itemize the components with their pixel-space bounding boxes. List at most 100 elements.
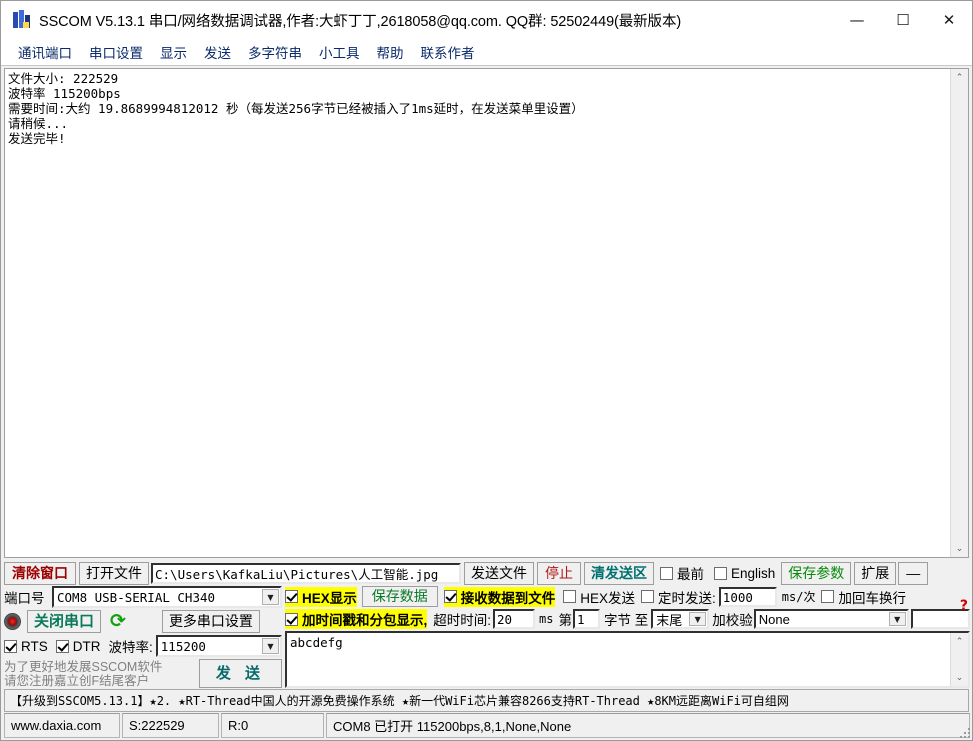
- byte-to-select[interactable]: 末尾 ▼: [651, 609, 710, 629]
- crlf-checkbox-box[interactable]: [821, 590, 835, 603]
- timestamp-label: 加时间戳和分包显示,: [302, 609, 428, 629]
- rts-label: RTS: [21, 638, 48, 654]
- timed-send-checkbox-box[interactable]: [641, 590, 655, 603]
- timed-send-unit: ms/次: [781, 590, 816, 604]
- receive-scrollbar[interactable]: ⌃ ⌄: [950, 69, 968, 557]
- english-label: English: [731, 565, 776, 581]
- chevron-down-icon[interactable]: ▼: [262, 589, 279, 605]
- checksum-select-value: None: [758, 611, 790, 627]
- status-website[interactable]: www.daxia.com: [4, 713, 120, 738]
- checksum-select[interactable]: None ▼: [753, 609, 909, 629]
- port-status-led: [4, 613, 21, 630]
- timeout-input[interactable]: 20: [493, 609, 536, 629]
- timed-send-input[interactable]: 1000: [718, 586, 777, 607]
- checksum-label: 加校验: [712, 613, 753, 628]
- topmost-label: 最前: [677, 567, 704, 582]
- topmost-checkbox[interactable]: 最前: [660, 563, 704, 583]
- menu-item-tools[interactable]: 小工具: [311, 40, 369, 64]
- recv-to-file-checkbox-box[interactable]: [443, 590, 457, 603]
- flow-control-row: RTS DTR 波特率: 115200 ▼: [4, 635, 282, 657]
- timestamp-checkbox[interactable]: 加时间戳和分包显示,: [285, 609, 428, 629]
- send-button[interactable]: 发 送: [198, 659, 282, 688]
- save-data-button[interactable]: 保存数据: [361, 586, 438, 607]
- resize-grip-icon[interactable]: [956, 724, 970, 738]
- hex-display-checkbox[interactable]: HEX显示: [285, 586, 357, 607]
- timestamp-checkbox-box[interactable]: [285, 612, 298, 626]
- send-scroll-up-icon[interactable]: ⌃: [951, 633, 968, 650]
- open-file-button[interactable]: 打开文件: [79, 561, 149, 585]
- settings-area: 端口号 COM8 USB-SERIAL CH340 ▼ 关闭串口 ⟳ 更多串口设…: [1, 586, 972, 688]
- baud-label: 波特率:: [108, 640, 153, 655]
- close-icon[interactable]: ✕: [926, 1, 972, 39]
- receive-area[interactable]: 文件大小: 222529 波特率 115200bps 需要时间:大约 19.86…: [4, 68, 969, 558]
- timed-send-checkbox[interactable]: 定时发送:: [641, 587, 716, 607]
- english-checkbox[interactable]: English: [714, 566, 775, 581]
- menu-item-comm-port[interactable]: 通讯端口: [10, 40, 81, 64]
- promo-line-2: 请您注册嘉立创F结尾客户: [4, 673, 150, 688]
- rts-checkbox[interactable]: RTS: [4, 639, 48, 654]
- status-bar: www.daxia.com S:222529 R:0 COM8 已打开 1152…: [1, 712, 972, 740]
- sscom-window: SSCOM V5.13.1 串口/网络数据调试器,作者:大虾丁丁,2618058…: [0, 0, 973, 741]
- crlf-checkbox[interactable]: 加回车换行: [821, 587, 906, 607]
- extend-button[interactable]: 扩展: [854, 561, 897, 585]
- port-settings-column: 端口号 COM8 USB-SERIAL CH340 ▼ 关闭串口 ⟳ 更多串口设…: [4, 586, 282, 688]
- port-select[interactable]: COM8 USB-SERIAL CH340 ▼: [52, 586, 282, 608]
- window-controls: — ☐ ✕: [834, 1, 972, 39]
- collapse-panel-button[interactable]: —: [898, 561, 929, 585]
- chevron-down-icon-checksum[interactable]: ▼: [888, 612, 906, 626]
- send-area[interactable]: abcdefg ⌃ ⌄: [285, 631, 970, 688]
- chevron-down-icon-baud[interactable]: ▼: [262, 638, 279, 654]
- menu-item-help[interactable]: 帮助: [369, 40, 413, 64]
- crlf-label: 加回车换行: [838, 590, 906, 606]
- menu-item-display[interactable]: 显示: [152, 40, 196, 64]
- send-scroll-down-icon[interactable]: ⌄: [951, 669, 968, 686]
- file-path-input[interactable]: C:\Users\KafkaLiu\Pictures\人工智能.jpg: [151, 562, 461, 584]
- refresh-icon[interactable]: ⟳: [110, 612, 126, 631]
- send-scrollbar[interactable]: ⌃ ⌄: [950, 633, 968, 686]
- timeout-unit: ms: [539, 612, 554, 626]
- dtr-label: DTR: [72, 638, 101, 654]
- send-text-content[interactable]: abcdefg: [287, 633, 950, 686]
- display-options-row-2: 加时间戳和分包显示, 超时时间: 20 ms 第 1 字节 至 末尾 ▼ 加校验…: [285, 598, 970, 629]
- close-port-button[interactable]: 关闭串口: [27, 610, 102, 633]
- title-bar: SSCOM V5.13.1 串口/网络数据调试器,作者:大虾丁丁,2618058…: [1, 1, 972, 39]
- port-row: 端口号 COM8 USB-SERIAL CH340 ▼: [4, 586, 282, 608]
- byte-from-input[interactable]: 1: [572, 609, 600, 629]
- scroll-down-icon[interactable]: ⌄: [951, 540, 968, 557]
- menu-item-multi-string[interactable]: 多字符串: [240, 40, 311, 64]
- baud-select[interactable]: 115200 ▼: [155, 635, 282, 657]
- dtr-checkbox[interactable]: DTR: [55, 638, 101, 654]
- hex-send-checkbox[interactable]: HEX发送: [563, 587, 635, 607]
- rts-checkbox-box[interactable]: [4, 639, 17, 653]
- more-serial-settings-button[interactable]: 更多串口设置: [161, 610, 260, 633]
- recv-to-file-label: 接收数据到文件: [460, 586, 556, 607]
- send-file-button[interactable]: 发送文件: [464, 561, 534, 585]
- ad-banner[interactable]: 【升级到SSCOM5.13.1】★2. ★RT-Thread中国人的开源免费操作…: [4, 689, 969, 712]
- menu-item-send[interactable]: 发送: [196, 40, 240, 64]
- control-panel: 清除窗口 打开文件 C:\Users\KafkaLiu\Pictures\人工智…: [1, 559, 972, 688]
- recv-to-file-checkbox[interactable]: 接收数据到文件: [443, 586, 556, 607]
- topmost-checkbox-box[interactable]: [660, 566, 673, 580]
- save-params-button[interactable]: 保存参数: [781, 561, 852, 585]
- hex-send-checkbox-box[interactable]: [563, 590, 577, 603]
- display-options-column: HEX显示 保存数据 接收数据到文件 HEX发送 定时发送: 1000 ms/次…: [285, 586, 970, 688]
- clear-window-button[interactable]: 清除窗口: [4, 561, 76, 585]
- menu-item-contact-author[interactable]: 联系作者: [413, 40, 484, 64]
- help-icon[interactable]: ?: [960, 598, 968, 614]
- minimize-icon[interactable]: —: [834, 1, 880, 39]
- hex-send-label: HEX发送: [580, 590, 636, 606]
- byte-from-label: 第: [558, 613, 572, 628]
- clear-send-area-button[interactable]: 清发送区: [584, 561, 654, 585]
- port-label: 端口号: [4, 591, 45, 606]
- maximize-icon[interactable]: ☐: [880, 1, 926, 39]
- dtr-checkbox-box[interactable]: [55, 639, 69, 653]
- receive-text-content: 文件大小: 222529 波特率 115200bps 需要时间:大约 19.86…: [8, 71, 584, 146]
- scroll-up-icon[interactable]: ⌃: [951, 69, 968, 86]
- status-received-count: R:0: [221, 713, 324, 738]
- stop-button[interactable]: 停止: [537, 561, 581, 585]
- english-checkbox-box[interactable]: [714, 566, 727, 580]
- hex-display-checkbox-box[interactable]: [285, 590, 298, 603]
- menu-item-serial-settings[interactable]: 串口设置: [81, 40, 152, 64]
- baud-select-value: 115200: [160, 638, 206, 654]
- chevron-down-icon-byteto[interactable]: ▼: [689, 612, 707, 626]
